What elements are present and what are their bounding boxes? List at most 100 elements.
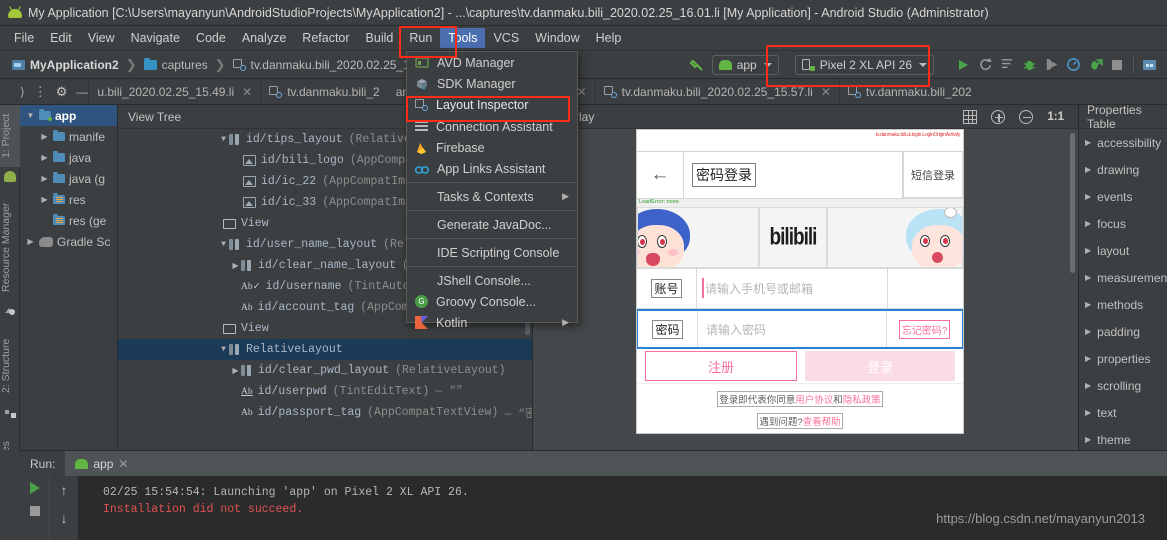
chevron-right-icon[interactable]: ▶ xyxy=(26,237,35,246)
run-configuration-selector[interactable]: app xyxy=(711,54,779,75)
zoom-level-label[interactable]: 1:1 xyxy=(1047,111,1064,123)
menu-tools[interactable]: Tools xyxy=(440,28,486,48)
menu-item-firebase[interactable]: Firebase xyxy=(407,137,577,158)
close-icon[interactable]: ✕ xyxy=(242,85,252,99)
menu-edit[interactable]: Edit xyxy=(42,28,80,48)
chevron-right-icon[interactable]: ▶ xyxy=(1085,273,1091,282)
apply-changes-icon[interactable] xyxy=(976,56,994,74)
menu-item-jshell-console[interactable]: JShell Console... xyxy=(407,270,577,291)
menu-code[interactable]: Code xyxy=(188,28,234,48)
build-hammer-icon[interactable] xyxy=(688,56,706,74)
editor-tab-1[interactable]: u.bili_2020.02.25_15.49.li ✕ xyxy=(88,79,260,104)
view-tree-row-selected[interactable]: ▼ RelativeLayout xyxy=(118,339,532,360)
chevron-down-icon[interactable]: ▼ xyxy=(26,111,35,120)
chevron-right-icon[interactable]: ▶ xyxy=(1085,138,1091,147)
chevron-down-icon[interactable]: ▼ xyxy=(218,240,229,249)
chevron-right-icon[interactable]: ▶ xyxy=(230,261,241,271)
chevron-right-icon[interactable]: ▶ xyxy=(1085,354,1091,363)
zoom-out-icon[interactable] xyxy=(1019,109,1034,124)
canvas-scrollbar[interactable] xyxy=(1070,133,1075,273)
chevron-right-icon[interactable]: ▶ xyxy=(1085,300,1091,309)
chevron-right-icon[interactable]: ▶ xyxy=(40,132,49,141)
project-row-java-generated[interactable]: ▶ java (g xyxy=(20,168,117,189)
sms-login-button[interactable]: 短信登录 xyxy=(903,152,963,198)
property-group-drawing[interactable]: ▶ drawing xyxy=(1079,156,1167,183)
profiler-icon[interactable] xyxy=(1064,56,1082,74)
menu-run[interactable]: Run xyxy=(401,28,440,48)
run-icon[interactable] xyxy=(954,56,972,74)
menu-item-generate-javadoc[interactable]: Generate JavaDoc... xyxy=(407,214,577,235)
chevron-right-icon[interactable]: ▶ xyxy=(40,174,49,183)
tool-strip-resource-manager[interactable]: Resource Manager xyxy=(0,195,20,300)
debug-icon[interactable] xyxy=(1020,56,1038,74)
forgot-password-cell[interactable]: 忘记密码? xyxy=(887,311,962,347)
property-group-measurement[interactable]: ▶ measurement xyxy=(1079,264,1167,291)
account-input[interactable]: 请输入手机号或邮箱 xyxy=(697,269,888,308)
avd-manager-icon[interactable] xyxy=(1141,56,1159,74)
settings-gear-icon[interactable]: ⚙ xyxy=(56,84,68,100)
menu-vcs[interactable]: VCS xyxy=(485,28,527,48)
menu-item-app-links-assistant[interactable]: App Links Assistant xyxy=(407,158,577,179)
editor-tab-5[interactable]: tv.danmaku.bili_202 xyxy=(838,79,980,104)
apply-code-changes-icon[interactable] xyxy=(998,56,1016,74)
chevron-right-icon[interactable]: ▶ xyxy=(230,366,241,376)
chevron-right-icon[interactable]: ▶ xyxy=(1085,246,1091,255)
project-row-java[interactable]: ▶ java xyxy=(20,147,117,168)
agreement-link-user[interactable]: 用户协议 xyxy=(795,395,833,406)
debug-attach-process-icon[interactable] xyxy=(1086,56,1104,74)
back-arrow-icon[interactable]: ← xyxy=(637,152,684,198)
menu-item-sdk-manager[interactable]: SDK Manager xyxy=(407,73,577,94)
property-group-padding[interactable]: ▶ padding xyxy=(1079,318,1167,345)
menu-item-connection-assistant[interactable]: Connection Assistant xyxy=(407,116,577,137)
property-group-methods[interactable]: ▶ methods xyxy=(1079,291,1167,318)
register-button[interactable]: 注册 xyxy=(645,351,797,381)
chevron-right-icon[interactable]: ▶ xyxy=(40,195,49,204)
menu-item-kotlin[interactable]: Kotlin ▶ xyxy=(407,312,577,333)
chevron-right-icon[interactable]: ▶ xyxy=(1085,327,1091,336)
project-row-res-generated[interactable]: res (ge xyxy=(20,210,117,231)
breadcrumb-module[interactable]: MyApplication2 xyxy=(8,58,123,72)
menu-window[interactable]: Window xyxy=(527,28,587,48)
menu-item-tasks-contexts[interactable]: Tasks & Contexts ▶ xyxy=(407,186,577,207)
view-tree-row[interactable]: ▶ id/clear_pwd_layout (RelativeLayout) xyxy=(118,360,532,381)
project-row-app[interactable]: ▼ app xyxy=(20,105,117,126)
device-selector[interactable]: Pixel 2 XL API 26 xyxy=(794,54,934,75)
password-field-row[interactable]: 密码 请输入密码 忘记密码? xyxy=(637,309,963,349)
menu-navigate[interactable]: Navigate xyxy=(123,28,188,48)
login-button[interactable]: 登录 xyxy=(805,351,955,381)
stop-icon[interactable] xyxy=(29,506,40,516)
zoom-in-icon[interactable] xyxy=(991,109,1006,124)
password-input[interactable]: 请输入密码 xyxy=(698,311,887,347)
chevron-down-icon[interactable]: ▼ xyxy=(218,135,229,144)
menu-build[interactable]: Build xyxy=(358,28,402,48)
menu-item-groovy-console[interactable]: G Groovy Console... xyxy=(407,291,577,312)
menu-file[interactable]: File xyxy=(6,28,42,48)
close-icon[interactable]: ✕ xyxy=(577,85,587,99)
property-group-accessibility[interactable]: ▶ accessibility xyxy=(1079,129,1167,156)
project-row-res[interactable]: ▶ res xyxy=(20,189,117,210)
chevron-right-icon[interactable]: ▶ xyxy=(40,153,49,162)
property-group-focus[interactable]: ▶ focus xyxy=(1079,210,1167,237)
run-tab-app[interactable]: app ✕ xyxy=(65,451,139,476)
menu-view[interactable]: View xyxy=(80,28,123,48)
account-field-row[interactable]: 账号 请输入手机号或邮箱 xyxy=(637,269,963,309)
menu-item-layout-inspector[interactable]: Layout Inspector xyxy=(407,94,577,116)
rerun-icon[interactable] xyxy=(29,482,40,494)
up-arrow-icon[interactable]: ↑ xyxy=(61,482,68,498)
project-row-manifests[interactable]: ▶ manife xyxy=(20,126,117,147)
attach-debugger-icon[interactable] xyxy=(1042,56,1060,74)
editor-tab-4[interactable]: tv.danmaku.bili_2020.02.25_15.57.li ✕ xyxy=(594,79,839,104)
editor-tab-2[interactable]: tv.danmaku.bili_2 xyxy=(260,79,388,104)
chevron-right-icon[interactable]: ▶ xyxy=(1085,408,1091,417)
breadcrumb-capture-file[interactable]: tv.danmaku.bili_2020.02.25_1 xyxy=(229,58,414,72)
chevron-right-icon[interactable]: ▶ xyxy=(1085,165,1091,174)
breadcrumb-captures[interactable]: captures xyxy=(140,57,212,72)
menu-item-ide-scripting-console[interactable]: IDE Scripting Console xyxy=(407,242,577,263)
property-group-events[interactable]: ▶ events xyxy=(1079,183,1167,210)
grid-icon[interactable] xyxy=(963,109,978,124)
minimize-icon[interactable]: — xyxy=(76,85,88,99)
chevron-right-icon[interactable]: ▶ xyxy=(1085,381,1091,390)
chevron-down-icon[interactable]: ▼ xyxy=(218,345,229,354)
menu-help[interactable]: Help xyxy=(588,28,630,48)
tool-strip-structure[interactable]: 2: Structure xyxy=(0,327,20,405)
